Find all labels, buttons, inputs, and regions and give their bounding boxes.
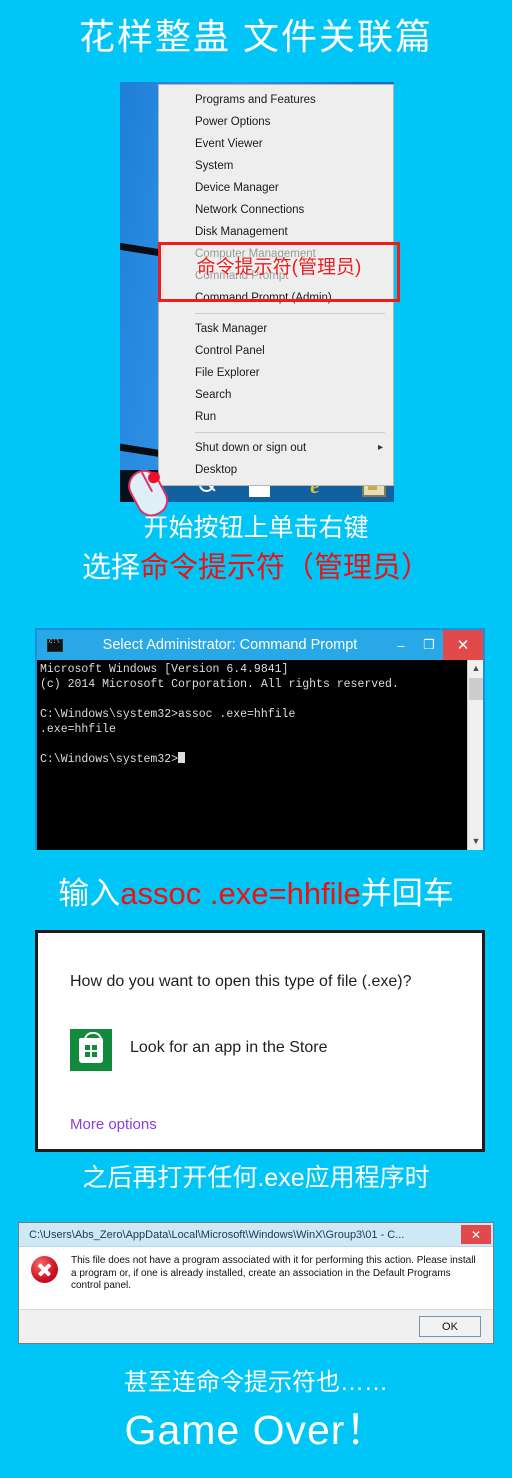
windows-logo-icon	[85, 1045, 97, 1057]
menu-item-system[interactable]: System	[159, 155, 393, 177]
caption-step2: 选择命令提示符（管理员）	[0, 544, 512, 586]
close-button[interactable]: ✕	[443, 630, 483, 660]
console-prompt-text: C:\Windows\system32>	[40, 753, 179, 766]
store-bag-shape	[79, 1032, 103, 1063]
console-line: .exe=hhfile	[40, 723, 116, 736]
open-with-dialog[interactable]: How do you want to open this type of fil…	[35, 930, 485, 1152]
menu-item-network-connections[interactable]: Network Connections	[159, 199, 393, 221]
store-option-label[interactable]: Look for an app in the Store	[130, 1039, 327, 1057]
menu-item-file-explorer[interactable]: File Explorer	[159, 362, 393, 384]
menu-item-shut-down-or-sign-out[interactable]: Shut down or sign out	[159, 437, 393, 459]
menu-item-command-prompt-admin[interactable]: Command Prompt (Admin)	[159, 287, 393, 309]
menu-item-control-panel[interactable]: Control Panel	[159, 340, 393, 362]
minimize-button[interactable]: –	[387, 630, 415, 660]
caption-step3: 输入assoc .exe=hhfile并回车	[0, 868, 512, 913]
windows-store-icon	[70, 1029, 112, 1071]
caption-step4: 之后再打开任何.exe应用程序时	[82, 1164, 430, 1192]
ok-button[interactable]: OK	[419, 1316, 481, 1337]
error-dialog-title: C:\Users\Abs_Zero\AppData\Local\Microsof…	[29, 1228, 405, 1241]
maximize-button[interactable]: ❐	[415, 630, 443, 660]
window-controls: – ❐ ✕	[387, 630, 483, 660]
close-icon[interactable]: ✕	[461, 1225, 491, 1244]
scroll-down-arrow-icon[interactable]: ▼	[468, 833, 483, 850]
console-line: (c) 2014 Microsoft Corporation. All righ…	[40, 678, 399, 691]
more-options-link[interactable]: More options	[70, 1116, 157, 1133]
menu-item-run[interactable]: Run	[159, 406, 393, 428]
error-icon	[31, 1256, 58, 1283]
menu-separator	[195, 432, 385, 433]
console-line: C:\Windows\system32>assoc .exe=hhfile	[40, 708, 296, 721]
error-dialog-titlebar[interactable]: C:\Users\Abs_Zero\AppData\Local\Microsof…	[19, 1223, 493, 1247]
error-dialog[interactable]: C:\Users\Abs_Zero\AppData\Local\Microsof…	[18, 1222, 494, 1344]
menu-item-disk-management[interactable]: Disk Management	[159, 221, 393, 243]
scrollbar-thumb[interactable]	[469, 678, 483, 700]
caption-step3-suffix: 并回车	[360, 876, 454, 911]
command-prompt-titlebar[interactable]: Select Administrator: Command Prompt – ❐…	[37, 630, 483, 660]
menu-item-power-options[interactable]: Power Options	[159, 111, 393, 133]
caption-step5: 甚至连命令提示符也……	[124, 1369, 388, 1396]
error-dialog-body: This file does not have a program associ…	[19, 1247, 493, 1309]
menu-item-event-viewer[interactable]: Event Viewer	[159, 133, 393, 155]
console-prompt-line: C:\Windows\system32>	[40, 752, 483, 767]
caption-step3-prefix: 输入	[58, 876, 121, 911]
console-caret	[178, 752, 186, 763]
scroll-up-arrow-icon[interactable]: ▲	[468, 660, 483, 677]
poster-root: 花样整蛊 文件关联篇 e Programs and Features Power…	[0, 0, 512, 1478]
caption-step1: 开始按钮上单击右键	[143, 514, 369, 542]
command-prompt-window[interactable]: Select Administrator: Command Prompt – ❐…	[35, 628, 485, 850]
menu-item-desktop[interactable]: Desktop	[159, 459, 393, 481]
open-with-question: How do you want to open this type of fil…	[70, 973, 412, 990]
menu-item-programs-and-features[interactable]: Programs and Features	[159, 89, 393, 111]
console-icon	[47, 638, 63, 652]
menu-item-device-manager[interactable]: Device Manager	[159, 177, 393, 199]
caption-game-over: Game Over！	[124, 1407, 388, 1453]
page-title: 花样整蛊 文件关联篇	[78, 16, 433, 57]
console-line: Microsoft Windows [Version 6.4.9841]	[40, 663, 289, 676]
error-dialog-footer: OK	[19, 1309, 493, 1342]
menu-item-task-manager[interactable]: Task Manager	[159, 318, 393, 340]
caption-step2-emphasis: 命令提示符（管理员）	[140, 552, 431, 584]
menu-item-search[interactable]: Search	[159, 384, 393, 406]
winx-power-user-menu[interactable]: Programs and Features Power Options Even…	[158, 84, 394, 486]
console-scrollbar[interactable]: ▲ ▼	[467, 660, 483, 850]
console-output-area[interactable]: Microsoft Windows [Version 6.4.9841] (c)…	[37, 660, 483, 850]
caption-step2-prefix: 选择	[81, 552, 140, 584]
highlight-annotation-label: 命令提示符(管理员)	[196, 257, 362, 278]
menu-separator	[195, 313, 385, 314]
caption-step3-emphasis: assoc .exe=hhfile	[120, 876, 361, 911]
error-message: This file does not have a program associ…	[71, 1255, 476, 1291]
